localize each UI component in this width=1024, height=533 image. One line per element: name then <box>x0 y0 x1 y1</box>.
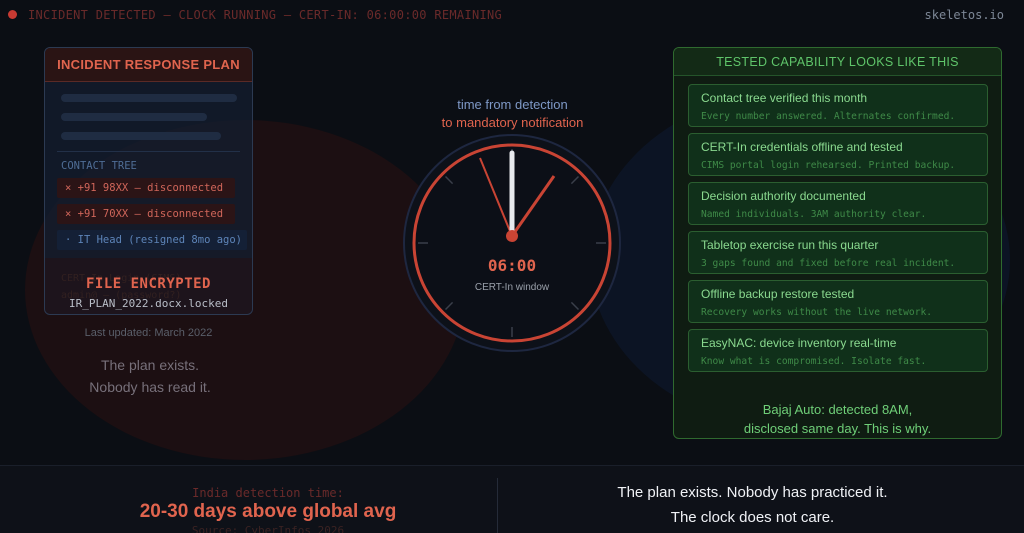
capability-header: TESTED CAPABILITY LOOKS LIKE THIS <box>674 48 1001 76</box>
capability-item-detail: Named individuals. 3AM authority clear. <box>701 209 927 220</box>
plan-title: INCIDENT RESPONSE PLAN <box>57 57 240 72</box>
plan-placeholder-lines <box>45 82 252 140</box>
capability-item-title: Tabletop exercise run this quarter <box>701 238 879 252</box>
countdown-clock-icon: 06:00 CERT-In window <box>403 134 621 352</box>
placeholder-line <box>61 132 221 140</box>
plan-note-line: Nobody has read it. <box>89 379 211 395</box>
incident-ticker: INCIDENT DETECTED — CLOCK RUNNING — CERT… <box>28 8 503 22</box>
contact-item-resigned: · IT Head (resigned 8mo ago) <box>57 230 247 250</box>
capability-footer: Bajaj Auto: detected 8AM, disclosed same… <box>674 400 1001 438</box>
plan-last-updated: Last updated: March 2022 <box>84 327 213 339</box>
clock-window-label: CERT-In window <box>475 282 550 293</box>
capability-item-title: Decision authority documented <box>701 189 866 203</box>
divider <box>57 151 240 152</box>
clock-time-readout: 06:00 <box>488 256 536 275</box>
capability-item: Contact tree verified this month Every n… <box>688 84 988 127</box>
capability-item: Tabletop exercise run this quarter 3 gap… <box>688 231 988 274</box>
contact-item-disconnected: × +91 98XX — disconnected <box>57 178 235 198</box>
capability-item-title: Offline backup restore tested <box>701 287 855 301</box>
top-bar: INCIDENT DETECTED — CLOCK RUNNING — CERT… <box>0 0 1024 30</box>
clock-center-pin <box>506 230 518 242</box>
tested-capability-panel: TESTED CAPABILITY LOOKS LIKE THIS Contac… <box>673 47 1002 439</box>
contact-item-disconnected: × +91 70XX — disconnected <box>57 204 235 224</box>
capability-item-detail: CIMS portal login rehearsed. Printed bac… <box>701 160 956 171</box>
capability-item-detail: Recovery works without the live network. <box>701 307 933 318</box>
clock-caption-1: time from detection <box>457 97 568 112</box>
capability-item: CERT-In credentials offline and tested C… <box>688 133 988 176</box>
capability-item-title: Contact tree verified this month <box>701 91 868 105</box>
capability-item: Offline backup restore tested Recovery w… <box>688 280 988 323</box>
contact-tree-label: CONTACT TREE <box>61 160 137 172</box>
encrypted-filename: IR_PLAN_2022.docx.locked <box>69 297 228 310</box>
brand-link[interactable]: skeletos.io <box>925 8 1004 22</box>
capability-item-detail: 3 gaps found and fixed before real incid… <box>701 258 956 269</box>
plan-header: INCIDENT RESPONSE PLAN <box>45 48 252 82</box>
capability-item-title: CERT-In credentials offline and tested <box>701 140 903 154</box>
capability-item-detail: Every number answered. Alternates confir… <box>701 111 956 122</box>
placeholder-line <box>61 113 207 121</box>
file-encrypted-label: FILE ENCRYPTED <box>85 276 211 292</box>
capability-title: TESTED CAPABILITY LOOKS LIKE THIS <box>716 54 959 69</box>
incident-response-plan-card: INCIDENT RESPONSE PLAN CONTACT TREE × +9… <box>44 47 253 315</box>
plan-note: The plan exists. Nobody has read it. <box>30 354 270 398</box>
recording-dot-icon <box>8 10 17 19</box>
placeholder-line <box>61 94 237 102</box>
capability-item-detail: Know what is compromised. Isolate fast. <box>701 356 927 367</box>
plan-note-line: The plan exists. <box>100 357 200 373</box>
capability-footer-line: disclosed same day. This is why. <box>743 421 932 436</box>
detection-time-value: 20-30 days above global avg <box>139 501 397 522</box>
capability-footer-line: Bajaj Auto: detected 8AM, <box>762 402 913 417</box>
clock-caption-2: to mandatory notification <box>441 115 584 130</box>
bottom-bar: India detection time: 20-30 days above g… <box>0 465 1024 533</box>
capability-item: Decision authority documented Named indi… <box>688 182 988 225</box>
capability-item-title: EasyNAC: device inventory real-time <box>701 336 897 350</box>
closing-quote-line: The clock does not care. <box>670 509 835 526</box>
bottom-divider <box>497 478 498 533</box>
closing-quote-line: The plan exists. Nobody has practiced it… <box>617 484 888 501</box>
detection-time-label: India detection time: <box>192 486 344 500</box>
detection-time-source: Source: CyberInfos 2026 <box>191 524 345 533</box>
capability-item: EasyNAC: device inventory real-time Know… <box>688 329 988 372</box>
